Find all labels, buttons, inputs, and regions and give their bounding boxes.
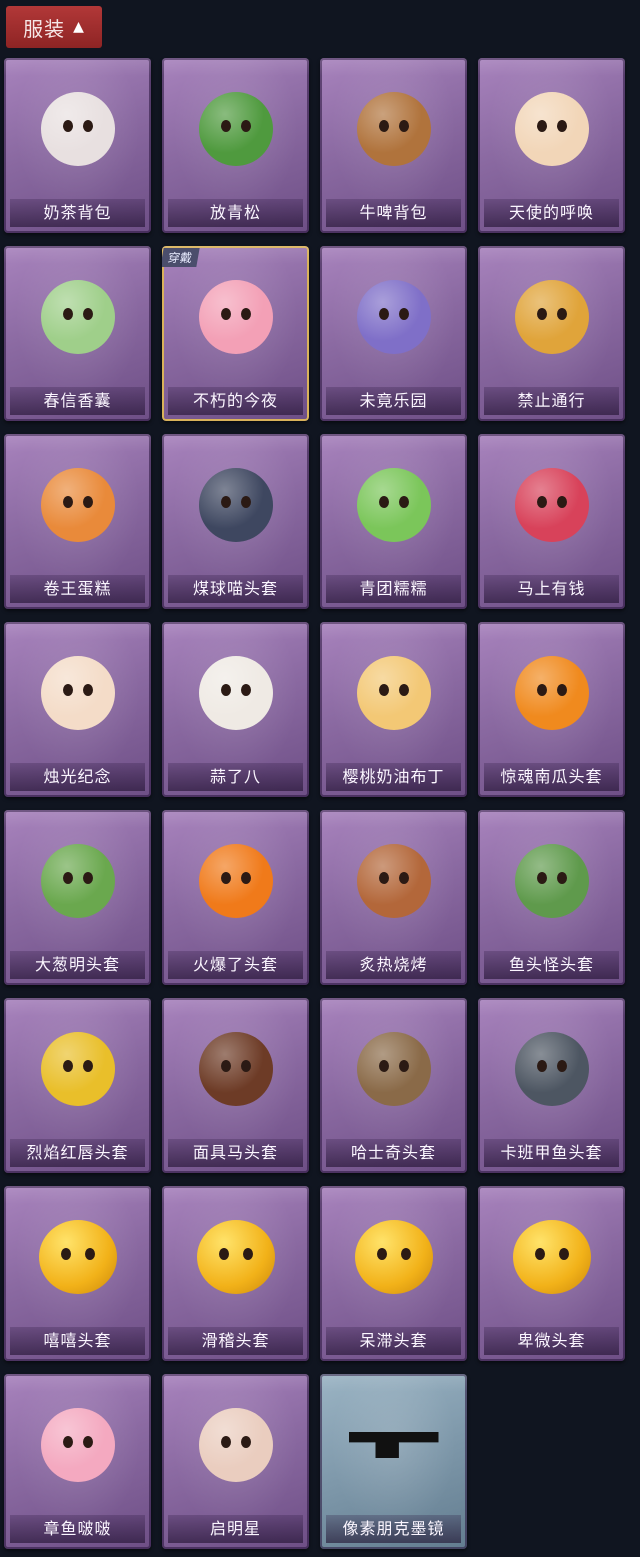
green-dumpling-icon (346, 450, 442, 560)
yellow-pika-head-icon (30, 1014, 126, 1124)
meat-bone-icon (346, 826, 442, 936)
outfit-item-label: 樱桃奶油布丁 (326, 763, 461, 791)
outfit-item-label: 未竟乐园 (326, 387, 461, 415)
outfit-item-card[interactable]: 奶茶背包 (4, 58, 151, 233)
outfit-item-card[interactable]: 放青松 (162, 58, 309, 233)
outfit-item-label: 嘻嘻头套 (10, 1327, 145, 1355)
outfit-item-card[interactable]: 火爆了头套 (162, 810, 309, 985)
outfit-item-card[interactable]: 禁止通行 (478, 246, 625, 421)
outfit-item-label: 面具马头套 (168, 1139, 303, 1167)
pumpkin-head-icon (504, 638, 600, 748)
outfit-item-card[interactable]: 面具马头套 (162, 998, 309, 1173)
outfit-item-card[interactable]: 启明星 (162, 1374, 309, 1549)
outfit-item-label: 卑微头套 (484, 1327, 619, 1355)
cow-beer-barrel-icon (346, 74, 442, 184)
outfit-item-card[interactable]: 嘻嘻头套 (4, 1186, 151, 1361)
outfit-item-card[interactable]: 卡班甲鱼头套 (478, 998, 625, 1173)
pink-fox-cup-icon (188, 262, 284, 372)
outfit-item-label: 牛啤背包 (326, 199, 461, 227)
outfit-item-card[interactable]: 滑稽头套 (162, 1186, 309, 1361)
pixel-sunglasses-icon (346, 1390, 442, 1500)
fire-head-icon (188, 826, 284, 936)
outfit-item-card[interactable]: 哈士奇头套 (320, 998, 467, 1173)
horse-mask-icon (188, 1014, 284, 1124)
outfit-item-card[interactable]: 呆滞头套 (320, 1186, 467, 1361)
outfit-item-card[interactable]: 鱼头怪头套 (478, 810, 625, 985)
outfit-item-label: 天使的呼唤 (484, 199, 619, 227)
mannequin-icon (188, 1390, 284, 1500)
outfit-item-card[interactable]: 牛啤背包 (320, 58, 467, 233)
outfit-item-card[interactable]: 炙热烧烤 (320, 810, 467, 985)
outfit-item-card[interactable]: 煤球喵头套 (162, 434, 309, 609)
outfit-item-card[interactable]: 卷王蛋糕 (4, 434, 151, 609)
outfit-item-label: 启明星 (168, 1515, 303, 1543)
outfit-item-label: 哈士奇头套 (326, 1139, 461, 1167)
outfit-item-label: 放青松 (168, 199, 303, 227)
outfit-item-card[interactable]: 章鱼啵啵 (4, 1374, 151, 1549)
outfit-item-label: 炙热烧烤 (326, 951, 461, 979)
fish-head-icon (504, 826, 600, 936)
chevron-up-icon: ▲ (73, 19, 85, 35)
outfit-item-label: 烛光纪念 (10, 763, 145, 791)
outfit-item-label: 奶茶背包 (10, 199, 145, 227)
pudding-icon (346, 638, 442, 748)
scallion-head-icon (30, 826, 126, 936)
outfit-item-label: 蒜了八 (168, 763, 303, 791)
garlic-icon (188, 638, 284, 748)
outfit-item-card[interactable]: 大葱明头套 (4, 810, 151, 985)
outfit-item-label: 禁止通行 (484, 387, 619, 415)
outfit-item-card[interactable]: 穿戴不朽的今夜 (162, 246, 309, 421)
outfit-item-label: 卡班甲鱼头套 (484, 1139, 619, 1167)
pink-octopus-icon (30, 1390, 126, 1500)
outfit-item-label: 像素朋克墨镜 (326, 1515, 461, 1543)
outfit-item-card[interactable]: 惊魂南瓜头套 (478, 622, 625, 797)
outfit-item-card[interactable]: 烛光纪念 (4, 622, 151, 797)
outfit-item-label: 烈焰红唇头套 (10, 1139, 145, 1167)
outfit-item-card[interactable]: 天使的呼唤 (478, 58, 625, 233)
outfit-item-card[interactable]: 卑微头套 (478, 1186, 625, 1361)
stare-emoji-icon (346, 1202, 442, 1312)
outfit-item-label: 惊魂南瓜头套 (484, 763, 619, 791)
sachet-icon (30, 262, 126, 372)
milk-tea-bag-icon (30, 74, 126, 184)
outfit-item-label: 呆滞头套 (326, 1327, 461, 1355)
outfit-item-label: 章鱼啵啵 (10, 1515, 145, 1543)
candle-icon (30, 638, 126, 748)
grin-emoji-icon (30, 1202, 126, 1312)
outfit-item-card[interactable]: 青团糯糯 (320, 434, 467, 609)
timid-emoji-icon (504, 1202, 600, 1312)
outfit-item-label: 煤球喵头套 (168, 575, 303, 603)
outfit-item-card[interactable]: 烈焰红唇头套 (4, 998, 151, 1173)
smirk-emoji-icon (188, 1202, 284, 1312)
outfit-item-label: 春信香囊 (10, 387, 145, 415)
angel-icon (504, 74, 600, 184)
red-horse-head-icon (504, 450, 600, 560)
grey-fish-head-icon (504, 1014, 600, 1124)
section-title: 服装 (23, 16, 66, 41)
outfit-item-label: 大葱明头套 (10, 951, 145, 979)
outfit-item-card[interactable]: 像素朋克墨镜 (320, 1374, 467, 1549)
black-cat-head-icon (188, 450, 284, 560)
outfit-item-label: 马上有钱 (484, 575, 619, 603)
outfit-item-card[interactable]: 马上有钱 (478, 434, 625, 609)
outfit-item-label: 鱼头怪头套 (484, 951, 619, 979)
outfit-item-label: 火爆了头套 (168, 951, 303, 979)
doll-girl-icon (346, 262, 442, 372)
outfit-item-label: 卷王蛋糕 (10, 575, 145, 603)
outfit-item-label: 滑稽头套 (168, 1327, 303, 1355)
outfit-item-card[interactable]: 未竟乐园 (320, 246, 467, 421)
outfit-item-label: 青团糯糯 (326, 575, 461, 603)
equipped-badge: 穿戴 (162, 248, 200, 267)
outfit-item-card[interactable]: 樱桃奶油布丁 (320, 622, 467, 797)
outfit-item-card[interactable]: 春信香囊 (4, 246, 151, 421)
outfit-item-label: 不朽的今夜 (168, 387, 303, 415)
pine-bonsai-icon (188, 74, 284, 184)
husky-head-icon (346, 1014, 442, 1124)
no-entry-cone-icon (504, 262, 600, 372)
outfit-section-toggle[interactable]: 服装 ▲ (6, 6, 102, 48)
outfit-item-card[interactable]: 蒜了八 (162, 622, 309, 797)
roll-cake-icon (30, 450, 126, 560)
